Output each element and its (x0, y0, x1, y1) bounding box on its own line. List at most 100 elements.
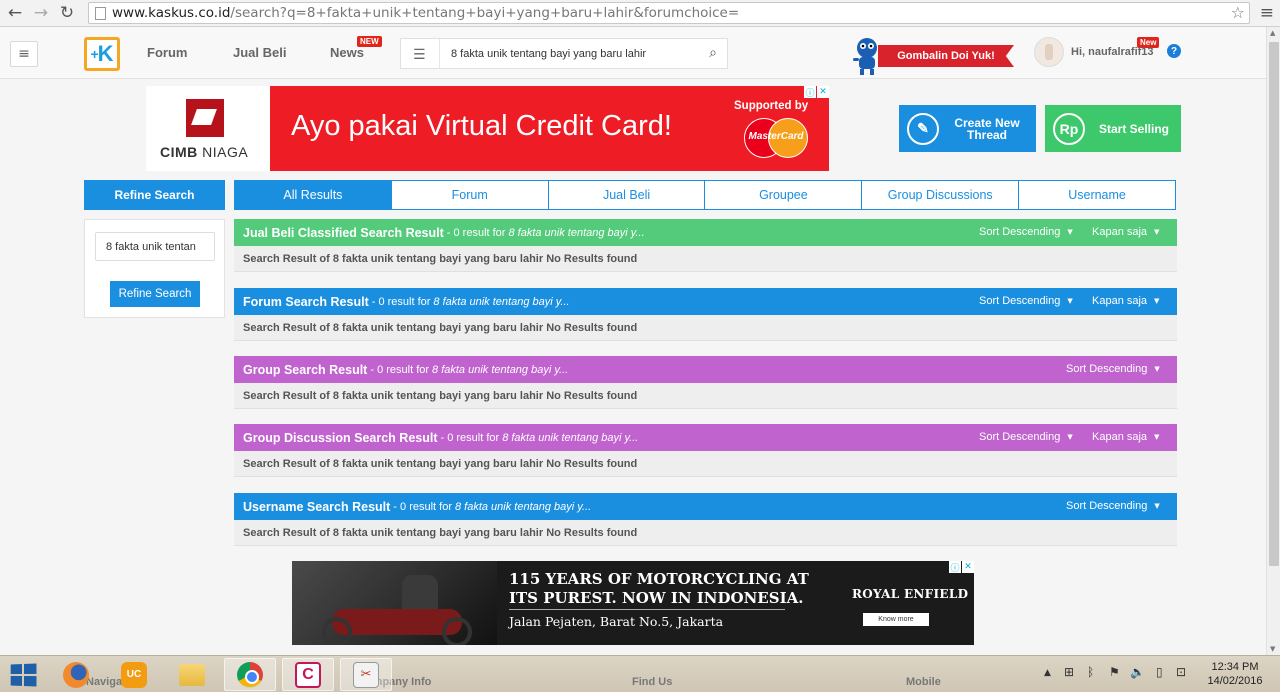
scroll-up-arrow-icon[interactable]: ▲ (1270, 29, 1275, 37)
bluetooth-icon[interactable]: ᛒ (1087, 665, 1094, 679)
battery-icon[interactable]: ▯ (1156, 665, 1163, 679)
tab-jual-beli[interactable]: Jual Beli (548, 180, 706, 210)
ad-close-icon[interactable]: ✕ (962, 561, 974, 573)
footer-mobile-peek: Mobile (906, 676, 941, 688)
search-icon[interactable]: ⌕ (709, 45, 717, 61)
bookmark-star-icon[interactable]: ☆ (1231, 3, 1245, 22)
page-icon (95, 6, 106, 20)
hamburger-menu-icon[interactable]: ≡ (10, 41, 38, 67)
result-title: Group Search Result (243, 362, 368, 377)
refine-search-button[interactable]: Refine Search (110, 281, 200, 307)
reload-icon[interactable]: ↻ (56, 2, 78, 24)
browser-toolbar: ← → ↻ www.kaskus.co.id/search?q=8+fakta+… (0, 0, 1280, 27)
top-advertisement[interactable]: CIMB NIAGA Ayo pakai Virtual Credit Card… (146, 86, 829, 171)
group-result-section: Group Search Result - 0 result for 8 fak… (234, 356, 1177, 409)
tab-groupee[interactable]: Groupee (705, 180, 863, 210)
kaskus-logo[interactable]: + K (84, 37, 120, 71)
taskbar-capture-app[interactable]: C (282, 658, 334, 691)
promo-banner[interactable]: Gombalin Doi Yuk! (850, 36, 1018, 76)
start-selling-button[interactable]: Rp Start Selling (1045, 105, 1181, 152)
header-search-input[interactable] (451, 45, 691, 63)
url-path: /search?q=8+fakta+unik+tentang+bayi+yang… (230, 5, 740, 21)
know-more-button[interactable]: Know more (863, 613, 929, 626)
taskbar-firefox[interactable] (50, 658, 102, 691)
tab-forum[interactable]: Forum (391, 180, 549, 210)
clock-time: 12:34 PM (1211, 661, 1259, 673)
page-scrollbar[interactable]: ▲ ▼ (1266, 27, 1280, 655)
nav-news[interactable]: News (330, 45, 364, 60)
result-body: Search Result of 8 fakta unik tentang ba… (234, 246, 1177, 272)
ad-close-icon[interactable]: ✕ (817, 86, 829, 98)
sort-dropdown[interactable]: Sort Descending ▼ (1066, 363, 1160, 375)
result-query: 8 fakta unik tentang bayi y... (454, 500, 592, 513)
snipping-tool-icon: ✂ (353, 661, 379, 688)
taskbar-snipping-tool[interactable]: ✂ (340, 658, 392, 691)
result-title: Jual Beli Classified Search Result (243, 225, 444, 240)
avatar[interactable] (1034, 37, 1064, 67)
create-new-thread-button[interactable]: ✎ Create New Thread (899, 105, 1036, 152)
folder-icon (179, 663, 205, 686)
result-query: 8 fakta unik tentang bayi y... (433, 295, 570, 308)
time-dropdown[interactable]: Kapan saja ▼ (1092, 295, 1159, 307)
tab-username[interactable]: Username (1019, 180, 1176, 210)
capture-app-icon: C (295, 661, 321, 688)
mastercard-logo: MasterCard (744, 118, 808, 158)
caret-down-icon: ▼ (1154, 297, 1160, 305)
bottom-advertisement[interactable]: 115 YEARS OF MOTORCYCLING AT ITS PUREST.… (292, 561, 974, 645)
cimb-logo-icon (186, 99, 224, 137)
nav-jual-beli[interactable]: Jual Beli (233, 45, 286, 60)
taskbar-chrome[interactable] (224, 658, 276, 691)
browser-menu-icon[interactable]: ≡ (1260, 3, 1274, 23)
sort-dropdown[interactable]: Sort Descending ▼ (979, 295, 1073, 307)
create-thread-label: Create New Thread (954, 115, 1020, 142)
ad-headline: 115 YEARS OF MOTORCYCLING AT ITS PUREST.… (509, 570, 809, 607)
windows-start-icon[interactable] (9, 660, 39, 690)
scroll-thumb[interactable] (1269, 42, 1279, 566)
caret-down-icon: ▼ (1154, 502, 1160, 510)
forward-arrow-icon[interactable]: → (30, 2, 52, 24)
sort-dropdown[interactable]: Sort Descending ▼ (979, 226, 1073, 238)
uc-browser-icon: UC (121, 661, 147, 688)
tab-group-discussions[interactable]: Group Discussions (862, 180, 1020, 210)
nav-forum[interactable]: Forum (147, 45, 187, 60)
footer-findus-peek: Find Us (632, 676, 673, 688)
result-count: - 0 result for (371, 295, 431, 308)
volume-icon[interactable]: 🔈 (1130, 665, 1145, 679)
ad-supported-by: Supported by (734, 100, 809, 112)
sort-dropdown[interactable]: Sort Descending ▼ (979, 431, 1073, 443)
ad-info-icon[interactable]: ⓘ (949, 561, 961, 574)
back-arrow-icon[interactable]: ← (4, 2, 26, 24)
sort-dropdown[interactable]: Sort Descending ▼ (1066, 500, 1160, 512)
flag-icon[interactable]: ⚑ (1109, 665, 1120, 679)
group-discussion-result-section: Group Discussion Search Result - 0 resul… (234, 424, 1177, 477)
help-icon[interactable]: ? (1167, 44, 1181, 58)
taskbar-uc-browser[interactable]: UC (108, 658, 160, 691)
user-greeting[interactable]: Hi, naufalrafif13 (1071, 46, 1154, 58)
result-title: Username Search Result (243, 499, 391, 514)
ad-choices[interactable]: ⓘ ✕ (949, 561, 974, 574)
result-header: Group Discussion Search Result - 0 resul… (234, 424, 1177, 451)
taskbar-file-explorer[interactable] (166, 658, 218, 691)
header-search: ☰ ⌕ (400, 38, 728, 69)
time-dropdown[interactable]: Kapan saja ▼ (1092, 431, 1159, 443)
tray-expand-icon[interactable]: ▲ (1044, 668, 1051, 678)
ad-info-icon[interactable]: ⓘ (804, 86, 816, 99)
network-icon[interactable]: ⊡ (1176, 665, 1186, 679)
address-bar[interactable]: www.kaskus.co.id/search?q=8+fakta+unik+t… (88, 2, 1250, 24)
url-host: www.kaskus.co.id (112, 5, 231, 21)
ad-choices[interactable]: ⓘ ✕ (804, 86, 829, 99)
royal-enfield-logo: ROYAL ENFIELD (852, 587, 969, 601)
scroll-down-arrow-icon[interactable]: ▼ (1270, 645, 1275, 653)
promo-ribbon: Gombalin Doi Yuk! (878, 45, 1014, 67)
time-dropdown[interactable]: Kapan saja ▼ (1092, 226, 1159, 238)
chrome-icon (237, 661, 263, 688)
jual-beli-result-section: Jual Beli Classified Search Result - 0 r… (234, 219, 1177, 272)
site-header: ≡ +K Forum Jual Beli News NEW ☰ ⌕ Gombal… (0, 27, 1266, 79)
result-query: 8 fakta unik tentang bayi y... (508, 226, 645, 239)
action-center-icon[interactable]: ⊞ (1064, 665, 1074, 679)
search-filter-list-icon[interactable]: ☰ (413, 47, 426, 63)
refine-search-input[interactable] (95, 232, 215, 261)
taskbar-clock[interactable]: 12:34 PM 14/02/2016 (1204, 660, 1266, 688)
result-body: Search Result of 8 fakta unik tentang ba… (234, 383, 1177, 409)
tab-all-results[interactable]: All Results (234, 180, 392, 210)
